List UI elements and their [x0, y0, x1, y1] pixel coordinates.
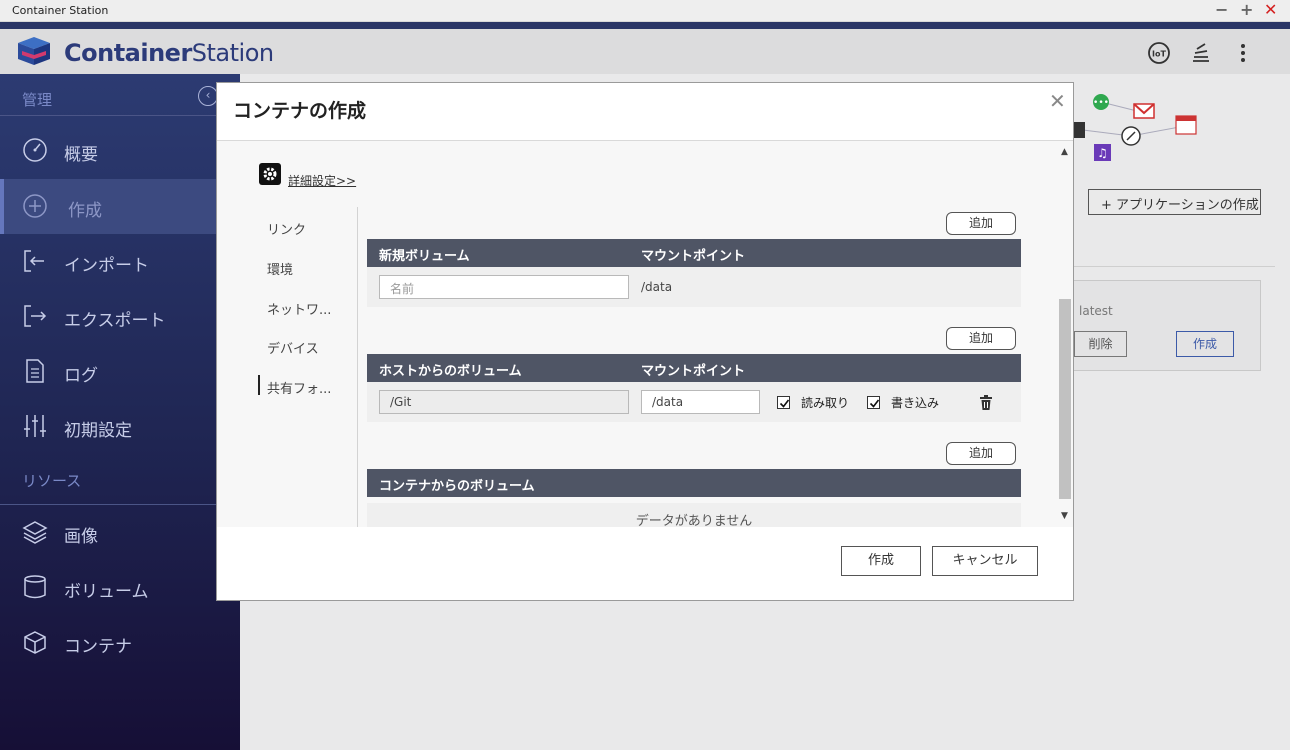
create-button[interactable]: 作成	[1176, 331, 1234, 357]
scroll-down-arrow-icon[interactable]: ▼	[1061, 511, 1068, 521]
film-icon	[1073, 122, 1085, 138]
svg-text:•••: •••	[1093, 98, 1109, 108]
maximize-icon[interactable]: +	[1240, 1, 1253, 19]
column-header: ホストからのボリューム	[379, 364, 522, 379]
create-application-button[interactable]: + アプリケーションの作成	[1088, 189, 1261, 215]
gear-icon	[259, 163, 281, 185]
checkmark-icon	[869, 399, 880, 408]
iot-icon[interactable]: IoT	[1147, 41, 1171, 65]
sidebar-section-manage: 管理	[22, 91, 53, 109]
tabs-divider	[357, 207, 358, 527]
read-label: 読み取り	[801, 396, 850, 410]
add-container-volume-button[interactable]: 追加	[946, 442, 1016, 465]
trash-icon[interactable]	[979, 395, 993, 411]
volume-name-input[interactable]: 名前	[379, 275, 629, 299]
mount-point-value: /data	[641, 280, 673, 294]
minimize-icon[interactable]: −	[1215, 1, 1228, 19]
column-header: コンテナからのボリューム	[379, 479, 535, 494]
add-host-volume-button[interactable]: 追加	[946, 327, 1016, 350]
mount-point-input[interactable]: /data	[641, 390, 760, 414]
tab-link[interactable]: リンク	[267, 219, 306, 238]
stack-icon[interactable]	[1189, 41, 1213, 65]
dialog-title: コンテナの作成	[233, 100, 367, 122]
host-path-input[interactable]: /Git	[379, 390, 629, 414]
app-card: latest 削除 作成	[1073, 280, 1261, 371]
dialog-body: 詳細設定>> リンク 環境 ネットワ... デバイス 共有フォ... 追加 新規…	[217, 141, 1073, 527]
read-checkbox[interactable]	[777, 396, 790, 409]
tab-device[interactable]: デバイス	[267, 338, 319, 357]
container-volume-table-header: コンテナからのボリューム	[367, 469, 1021, 497]
cylinder-icon	[24, 575, 46, 599]
divider	[1073, 266, 1275, 267]
write-label: 書き込み	[891, 396, 940, 410]
create-container-dialog: コンテナの作成 ✕ 詳細設定>> リンク 環境 ネットワ... デバイス 共有フ…	[216, 82, 1074, 601]
plus-circle-icon	[23, 194, 47, 218]
write-checkbox[interactable]	[867, 396, 880, 409]
container-station-logo-icon	[18, 37, 50, 65]
export-icon	[24, 305, 47, 327]
sidebar-item-label: エクスポート	[64, 311, 166, 331]
empty-state-text: データがありません	[367, 503, 1021, 527]
cube-icon	[24, 631, 46, 654]
sidebar-item-label: ボリューム	[64, 582, 149, 602]
sidebar-item-volumes[interactable]: ボリューム	[0, 560, 216, 615]
sidebar-item-import[interactable]: インポート	[0, 234, 216, 289]
new-volume-table-header: 新規ボリューム マウントポイント	[367, 239, 1021, 267]
sidebar-item-label: 画像	[64, 527, 98, 547]
layers-icon	[22, 521, 48, 544]
dashboard-icon	[23, 138, 47, 162]
close-window-icon[interactable]: ✕	[1264, 1, 1277, 19]
column-header: 新規ボリューム	[379, 249, 470, 264]
column-header: マウントポイント	[641, 249, 746, 264]
import-icon	[24, 250, 44, 272]
tab-shared-folder[interactable]: 共有フォ...	[267, 378, 331, 397]
checkmark-icon	[779, 399, 790, 408]
sidebar-item-label: 初期設定	[64, 421, 132, 441]
sidebar-divider	[0, 115, 216, 116]
delete-button[interactable]: 削除	[1074, 331, 1127, 357]
image-tag: latest	[1079, 304, 1113, 318]
sidebar-item-log[interactable]: ログ	[0, 344, 216, 399]
more-options-icon[interactable]	[1231, 41, 1255, 65]
sidebar-item-images[interactable]: 画像	[0, 505, 216, 560]
table-row: 名前 /data	[367, 267, 1021, 307]
cancel-button[interactable]: キャンセル	[932, 546, 1038, 576]
sidebar-item-containers[interactable]: コンテナ	[0, 615, 216, 670]
tab-network[interactable]: ネットワ...	[267, 299, 331, 318]
sidebar: 管理 ‹ 概要 作成 インポート エクスポート ログ 初期設定 リソース 画像 …	[0, 74, 240, 750]
close-icon[interactable]: ✕	[1049, 89, 1066, 113]
scroll-up-arrow-icon[interactable]: ▲	[1061, 147, 1068, 157]
host-volume-table-header: ホストからのボリューム マウントポイント	[367, 354, 1021, 382]
sidebar-item-preferences[interactable]: 初期設定	[0, 399, 216, 454]
tab-environment[interactable]: 環境	[267, 259, 293, 278]
sidebar-item-export[interactable]: エクスポート	[0, 289, 216, 344]
add-new-volume-button[interactable]: 追加	[946, 212, 1016, 235]
sidebar-item-label: ログ	[64, 366, 98, 386]
sliders-icon	[24, 415, 46, 437]
create-button[interactable]: 作成	[841, 546, 921, 576]
active-tab-indicator	[258, 375, 260, 395]
scrollbar-thumb[interactable]	[1059, 299, 1071, 499]
svg-text:IoT: IoT	[1152, 50, 1166, 59]
sidebar-section-resources: リソース	[22, 472, 82, 490]
advanced-settings-link[interactable]: 詳細設定>>	[288, 172, 356, 189]
sidebar-item-create[interactable]: 作成	[0, 179, 216, 234]
table-row: /Git /data 読み取り 書き込み	[367, 382, 1021, 422]
sidebar-item-label: 作成	[68, 201, 102, 221]
window-title: Container Station	[12, 4, 109, 17]
column-header: マウントポイント	[641, 364, 746, 379]
document-icon	[26, 359, 44, 383]
window-titlebar: Container Station − + ✕	[0, 0, 1290, 22]
sidebar-item-overview[interactable]: 概要	[0, 123, 216, 178]
sidebar-item-label: 概要	[64, 145, 98, 165]
svg-text:♫: ♫	[1097, 146, 1108, 160]
brand-name: ContainerStation	[64, 39, 274, 67]
sidebar-item-label: コンテナ	[64, 637, 132, 657]
sidebar-item-label: インポート	[64, 256, 149, 276]
app-icons-illustration: ••• ♫	[1073, 94, 1197, 161]
app-header: ContainerStation IoT	[0, 22, 1290, 74]
collapse-sidebar-icon[interactable]: ‹	[198, 86, 218, 106]
